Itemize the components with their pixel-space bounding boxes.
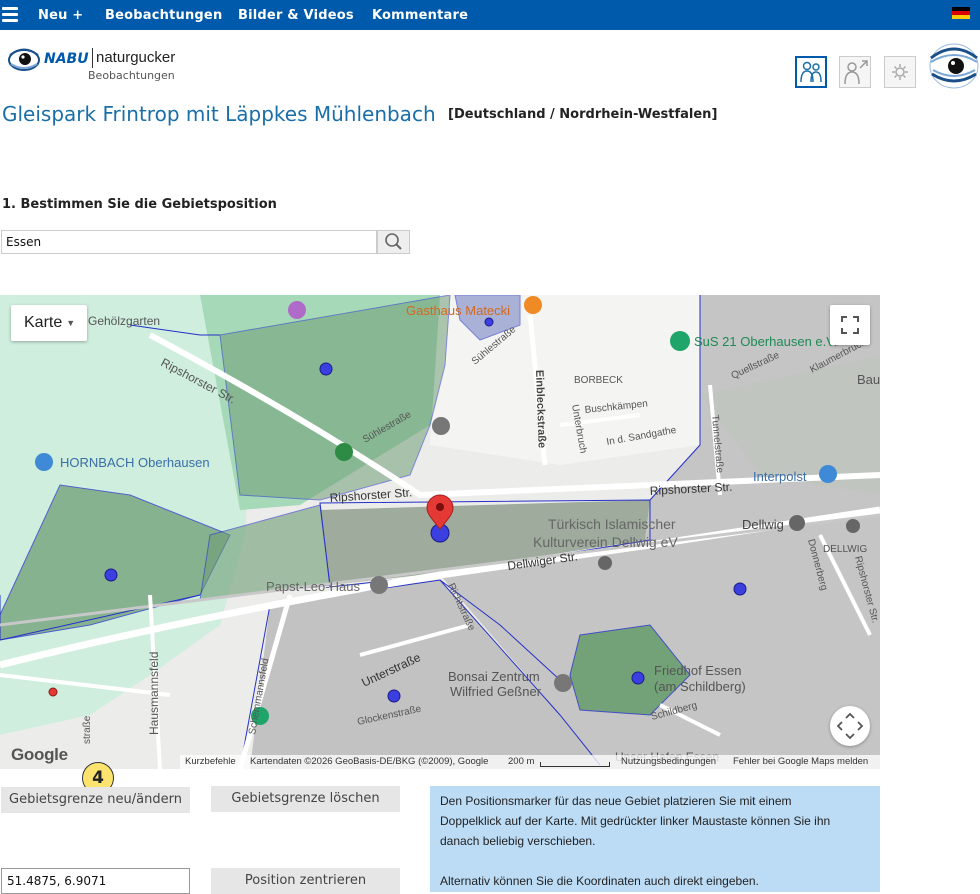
map-label-gasthaus: Gasthaus Matecki	[406, 303, 510, 318]
chevron-down-icon: ▼	[66, 318, 76, 328]
coordinates-input[interactable]	[1, 868, 190, 894]
pan-arrows-icon	[836, 712, 864, 740]
map-terms-link[interactable]: Nutzungsbedingungen	[621, 755, 716, 769]
nav-new[interactable]: Neu +	[38, 0, 83, 30]
gear-icon	[892, 64, 908, 80]
map-label-bonsai-2: Wilfried Geßner	[450, 684, 542, 699]
map-scale-bar	[540, 762, 610, 767]
settings-button[interactable]	[884, 56, 916, 88]
map-label-dellwig-2: DELLWIG	[823, 544, 867, 555]
page-title: Gleispark Frintrop mit Läppkes Mühlenbac…	[2, 102, 436, 126]
naturgucker-eye-logo-icon[interactable]	[928, 40, 980, 92]
nav-comments[interactable]: Kommentare	[372, 0, 468, 30]
map-camera-control-button[interactable]	[830, 706, 870, 746]
map-label-bonsai-1: Bonsai Zentrum	[448, 669, 540, 684]
map-label-borbeck: BORBECK	[574, 375, 623, 386]
fullscreen-button[interactable]	[830, 305, 870, 345]
top-navbar: Neu + Beobachtungen Bilder & Videos Komm…	[0, 0, 980, 30]
map-label-dellwig-1: Dellwig	[742, 517, 784, 532]
person-arrow-icon	[844, 60, 868, 85]
people-icon	[800, 61, 822, 83]
info-line-3: danach beliebig verschieben.	[440, 834, 596, 848]
map-label-papst: Papst-Leo-Haus	[266, 579, 360, 594]
map-type-label: Karte	[24, 314, 63, 332]
google-map[interactable]: Gehölzgarten Gasthaus Matecki SuS 21 Obe…	[0, 295, 880, 769]
step-heading: 1. Bestimmen Sie die Gebietsposition	[2, 197, 277, 212]
info-line-2: Doppelklick auf der Karte. Mit gedrückte…	[440, 814, 831, 828]
map-label-gehoelzgarten: Gehölzgarten	[88, 314, 160, 328]
boundary-delete-button[interactable]: Gebietsgrenze löschen	[211, 786, 400, 812]
search-button[interactable]	[377, 230, 410, 254]
info-line-4: Alternativ können Sie die Koordinaten au…	[440, 874, 759, 888]
search-icon	[385, 233, 402, 250]
logo-name: naturgucker	[96, 49, 176, 66]
map-label-friedhof-1: Friedhof Essen	[654, 663, 741, 678]
map-label-bau: Bau	[857, 372, 880, 387]
map-label-hausmanns: Hausmannsfeld	[147, 652, 161, 735]
hamburger-menu-icon[interactable]	[2, 4, 18, 24]
logo-subtitle: Beobachtungen	[88, 69, 175, 82]
map-attribution-bar: Kurzbefehle Kartendaten ©2026 GeoBasis-D…	[180, 755, 880, 769]
map-label-friedhof-2: (am Schildberg)	[654, 679, 746, 694]
location-search-input[interactable]	[1, 230, 377, 254]
map-label-str: straße	[82, 715, 93, 744]
map-type-dropdown[interactable]: Karte ▼	[11, 305, 87, 341]
german-flag-icon[interactable]	[952, 7, 970, 19]
eye-logo-icon	[8, 48, 40, 71]
region-label: [Deutschland / Nordrhein-Westfalen]	[448, 107, 718, 122]
map-label-sus21: SuS 21 Oberhausen e.V.	[694, 334, 837, 349]
nav-images-videos[interactable]: Bilder & Videos	[238, 0, 354, 30]
logo-brand: NABU	[44, 51, 89, 67]
map-shortcuts-link[interactable]: Kurzbefehle	[185, 755, 236, 769]
center-position-button[interactable]: Position zentrieren	[211, 868, 400, 894]
map-scale-label[interactable]: 200 m	[508, 755, 534, 769]
people-view-button[interactable]	[795, 56, 827, 88]
nav-observations[interactable]: Beobachtungen	[105, 0, 222, 30]
map-label-tuerkisch-2: Kulturverein Dellwig eV	[533, 534, 678, 550]
logo-separator	[92, 48, 93, 68]
google-logo[interactable]: Google	[11, 745, 68, 765]
map-report-link[interactable]: Fehler bei Google Maps melden	[733, 755, 868, 769]
map-label-hornbach: HORNBACH Oberhausen	[60, 455, 210, 470]
boundary-edit-button[interactable]: Gebietsgrenze neu/ändern	[1, 787, 190, 813]
map-label-interpost: Interpolst	[753, 469, 807, 484]
fullscreen-icon	[841, 316, 859, 334]
map-data-credit: Kartendaten ©2026 GeoBasis-DE/BKG (©2009…	[250, 756, 489, 767]
person-external-button[interactable]	[839, 56, 871, 88]
info-box: Den Positionsmarker für das neue Gebiet …	[430, 786, 880, 892]
info-line-1: Den Positionsmarker für das neue Gebiet …	[440, 794, 792, 808]
map-canvas: Gehölzgarten Gasthaus Matecki SuS 21 Obe…	[0, 295, 880, 769]
map-label-tuerkisch-1: Türkisch Islamischer	[548, 516, 676, 532]
